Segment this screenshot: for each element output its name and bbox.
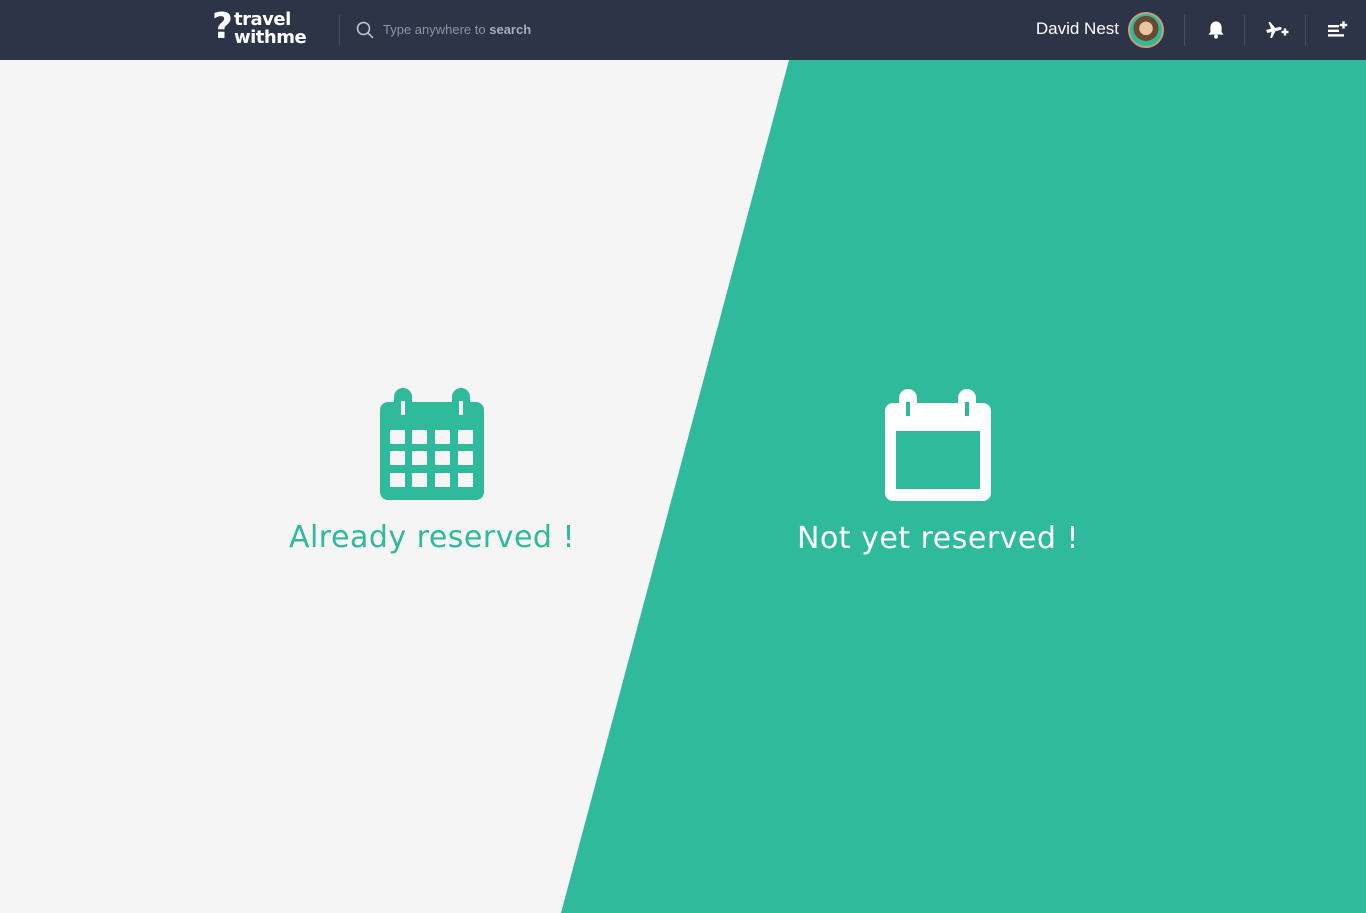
logo-question-mark: ? [212,6,233,47]
calendar-empty-icon [788,389,1088,501]
avatar[interactable] [1128,12,1164,48]
divider [1184,15,1185,46]
not-yet-reserved-label: Not yet reserved ! [797,521,1079,556]
divider [1305,15,1306,46]
calendar-grid-icon [282,388,582,500]
plane-add-icon [1262,16,1290,44]
add-trip-button[interactable] [1262,16,1290,44]
playlist-add-icon [1323,16,1351,44]
divider [1244,15,1245,46]
logo-word-withme: withme [234,27,307,48]
search-input[interactable] [382,19,642,41]
already-reserved-label: Already reserved ! [288,520,576,555]
notifications-button[interactable] [1202,16,1230,44]
already-reserved-panel[interactable]: Already reserved ! [282,388,582,555]
menu-add-button[interactable] [1323,16,1351,44]
travelwithme-logo[interactable]: ? travel withme [212,6,308,50]
divider [339,15,340,46]
search-box[interactable]: Type anywhere to search [356,18,656,42]
top-bar: ? travel withme Type anywhere to search … [0,0,1366,60]
user-name[interactable]: David Nest [1036,19,1119,39]
not-yet-reserved-panel[interactable]: Not yet reserved ! [788,389,1088,556]
bell-icon [1202,16,1230,44]
split-background [0,60,1366,913]
search-icon[interactable] [356,21,374,39]
